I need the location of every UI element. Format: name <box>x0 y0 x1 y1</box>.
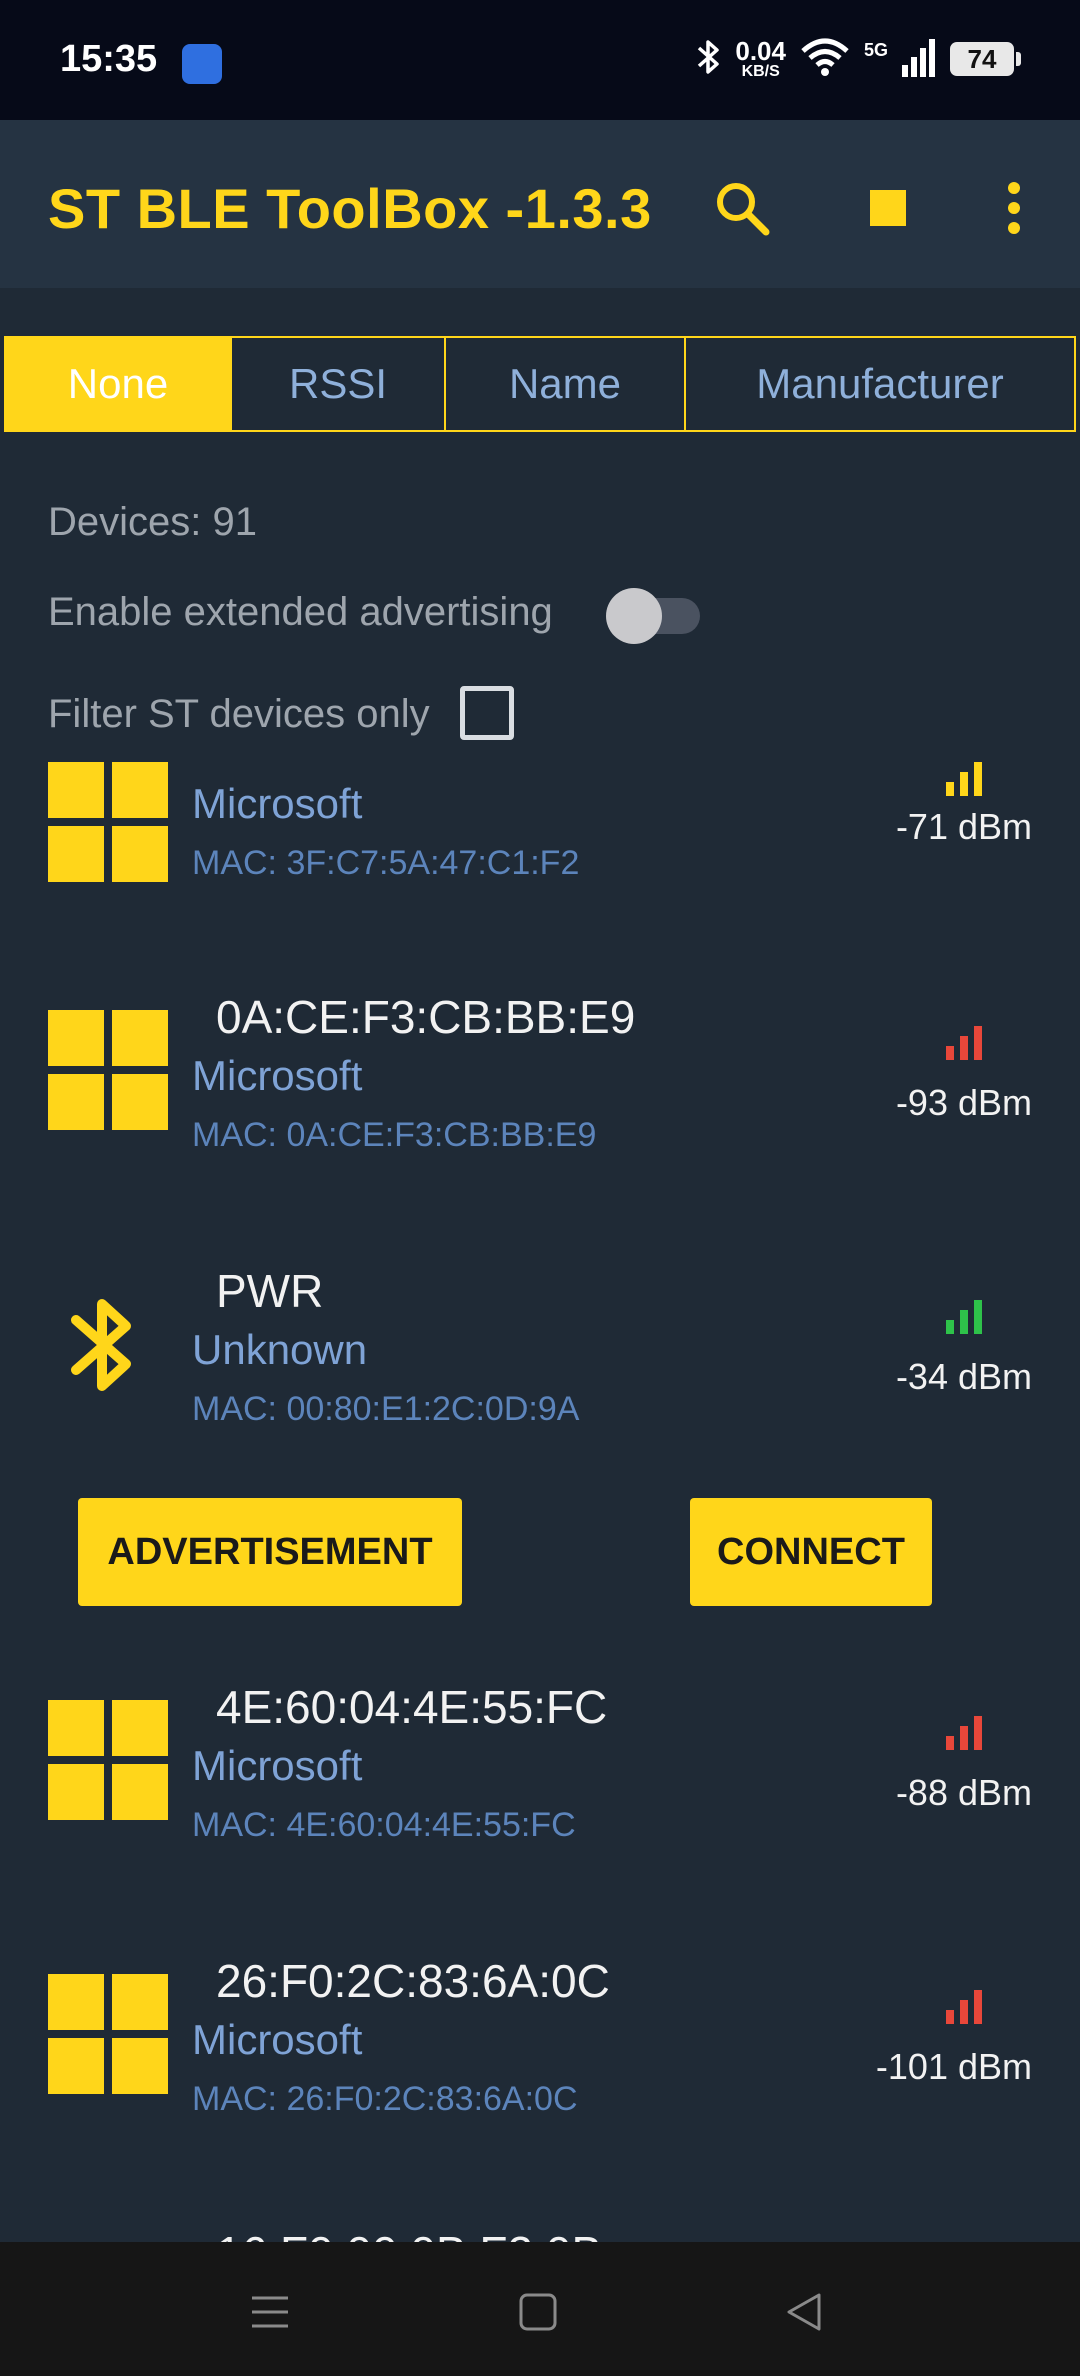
device-type: Microsoft <box>192 780 363 827</box>
filter-st-label: Filter ST devices only <box>48 692 430 736</box>
more-vert-icon[interactable] <box>974 168 1054 248</box>
status-time: 15:35 <box>60 38 158 80</box>
windows-icon <box>48 1700 168 1820</box>
device-item[interactable]: 0A:CE:F3:CB:BB:E9 Microsoft MAC: 0A:CE:F… <box>0 986 1080 1226</box>
tab-none[interactable]: None <box>6 338 232 430</box>
bluetooth-icon <box>70 1290 134 1405</box>
signal-icon <box>902 37 936 82</box>
rssi-value: -88 dBm <box>895 1772 1032 1813</box>
status-icons: 0.04 KB/S 5G 74 <box>695 34 1021 84</box>
bluetooth-icon <box>695 38 721 81</box>
device-item[interactable]: Microsoft MAC: 3F:C7:5A:47:C1:F2 -71 dBm <box>0 750 1080 960</box>
device-type: Microsoft <box>192 1742 363 1789</box>
stop-icon[interactable] <box>848 168 928 248</box>
connect-button[interactable]: CONNECT <box>690 1498 932 1606</box>
extended-advertising-toggle[interactable] <box>606 588 702 644</box>
advertisement-button[interactable]: ADVERTISEMENT <box>78 1498 462 1606</box>
home-icon[interactable] <box>498 2272 578 2352</box>
signal-strength-icon <box>946 1300 986 1334</box>
rssi-value: -34 dBm <box>895 1356 1032 1397</box>
windows-icon <box>48 1010 168 1130</box>
device-item[interactable]: 26:F0:2C:83:6A:0C Microsoft MAC: 26:F0:2… <box>0 1950 1080 2190</box>
device-name: 16:F0:00:0B:F2:0B <box>216 2226 602 2242</box>
device-mac: MAC: 4E:60:04:4E:55:FC <box>192 1806 576 1844</box>
device-mac: MAC: 26:F0:2C:83:6A:0C <box>192 2080 578 2118</box>
device-name: 0A:CE:F3:CB:BB:E9 <box>216 991 636 1043</box>
rssi-value: -101 dBm <box>875 2046 1032 2087</box>
tab-name[interactable]: Name <box>446 338 686 430</box>
device-type: Unknown <box>192 1326 368 1373</box>
net-speed-unit: KB/S <box>741 63 780 80</box>
signal-strength-icon <box>946 1026 986 1060</box>
windows-icon <box>48 762 168 882</box>
rssi-value: -93 dBm <box>895 1082 1032 1123</box>
device-item-selected[interactable]: PWR Unknown MAC: 00:80:E1:2C:0D:9A -34 d… <box>0 1260 1080 1640</box>
windows-icon <box>48 1974 168 2094</box>
toggle-thumb <box>606 588 662 644</box>
device-item[interactable]: 4E:60:04:4E:55:FC Microsoft MAC: 4E:60:0… <box>0 1676 1080 1916</box>
device-name: PWR <box>216 1265 324 1317</box>
signal-strength-icon <box>946 762 986 796</box>
status-bar: 15:35 0.04 KB/S 5G 74 <box>0 0 1080 120</box>
device-mac: MAC: 0A:CE:F3:CB:BB:E9 <box>192 1116 597 1154</box>
wifi-icon <box>800 37 850 82</box>
device-name: 4E:60:04:4E:55:FC <box>216 1681 608 1733</box>
menu-icon[interactable] <box>230 2272 310 2352</box>
extended-advertising-label: Enable extended advertising <box>48 590 553 634</box>
search-icon[interactable] <box>702 168 782 248</box>
signal-strength-icon <box>946 1990 986 2024</box>
device-mac: MAC: 3F:C7:5A:47:C1:F2 <box>192 844 580 882</box>
sort-tabs: None RSSI Name Manufacturer <box>4 336 1076 432</box>
app-title: ST BLE ToolBox -1.3.3 <box>48 177 652 240</box>
app-bar: ST BLE ToolBox -1.3.3 <box>0 120 1080 288</box>
device-item-partial[interactable]: 16:F0:00:0B:F2:0B <box>0 2224 1080 2242</box>
tab-manufacturer[interactable]: Manufacturer <box>686 338 1074 430</box>
back-icon[interactable] <box>764 2272 844 2352</box>
tab-rssi[interactable]: RSSI <box>232 338 446 430</box>
net-speed-value: 0.04 <box>735 36 786 66</box>
notification-app-icon <box>182 44 222 84</box>
battery-icon: 74 <box>950 42 1021 76</box>
device-mac: MAC: 00:80:E1:2C:0D:9A <box>192 1390 580 1428</box>
net-speed: 0.04 KB/S <box>735 38 786 80</box>
system-nav-bar <box>0 2242 1080 2376</box>
signal-strength-icon <box>946 1716 986 1750</box>
device-type: Microsoft <box>192 1052 363 1099</box>
device-type: Microsoft <box>192 2016 363 2063</box>
device-name: 26:F0:2C:83:6A:0C <box>216 1955 610 2007</box>
filter-st-checkbox[interactable] <box>460 686 514 740</box>
rssi-value: -71 dBm <box>895 806 1032 847</box>
network-type: 5G <box>863 40 888 60</box>
devices-count: Devices: 91 <box>48 500 257 544</box>
